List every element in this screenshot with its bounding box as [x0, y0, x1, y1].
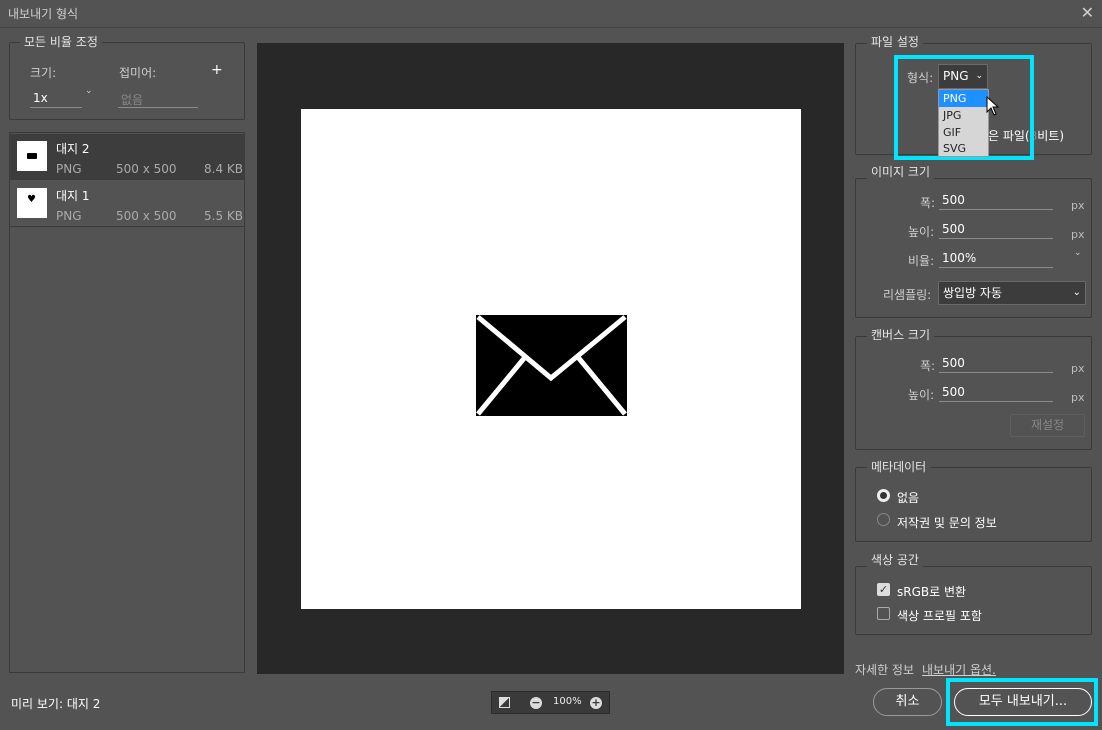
- image-height-value: 500: [942, 222, 965, 236]
- artboard-preview: [301, 109, 801, 609]
- embed-profile-checkbox[interactable]: [877, 607, 890, 620]
- embed-profile-label: 색상 프로필 포함: [897, 609, 982, 623]
- artboard-name: 대지 2: [56, 142, 90, 156]
- reset-button[interactable]: 재설정: [1010, 414, 1085, 437]
- artboard-format: PNG: [56, 209, 82, 223]
- image-width-input[interactable]: 500: [939, 193, 1053, 210]
- image-height-input[interactable]: 500: [939, 222, 1053, 239]
- scale-value: 100%: [942, 251, 977, 265]
- format-value: PNG: [943, 69, 969, 83]
- size-select[interactable]: 1x: [30, 91, 82, 108]
- zoom-level: 100%: [553, 696, 582, 707]
- zoom-in-icon[interactable]: +: [590, 697, 602, 709]
- cursor-icon: [986, 96, 1000, 116]
- envelope-icon: [476, 315, 627, 416]
- px-unit: px: [1071, 362, 1085, 375]
- more-info-text: 자세한 정보: [855, 663, 915, 677]
- metadata-none-label: 없음: [897, 491, 920, 505]
- chevron-down-icon[interactable]: ⌄: [1074, 248, 1082, 258]
- chevron-down-icon: ⌄: [975, 71, 983, 81]
- image-width-value: 500: [942, 193, 965, 207]
- image-height-label: 높이:: [908, 225, 935, 239]
- close-icon[interactable]: ✕: [1081, 3, 1094, 22]
- image-size-legend: 이미지 크기: [867, 163, 935, 180]
- format-option-svg[interactable]: SVG: [939, 141, 988, 157]
- artboard-item-1[interactable]: ♥ 대지 1 PNG 500 x 500 5.5 KB: [9, 181, 245, 227]
- artboard-size: 8.4 KB: [204, 162, 243, 176]
- color-space-legend: 색상 공간: [867, 551, 923, 568]
- suffix-input[interactable]: 없음: [118, 91, 198, 108]
- size-value: 1x: [33, 91, 48, 105]
- export-options-link[interactable]: 내보내기 옵션.: [922, 661, 996, 678]
- color-space-section: [855, 566, 1092, 635]
- resample-value: 쌍입방 자동: [943, 286, 1003, 300]
- metadata-legend: 메타데이터: [867, 458, 931, 475]
- heart-icon: ♥: [17, 188, 47, 218]
- suffix-label: 접미어:: [119, 66, 157, 80]
- format-option-png[interactable]: PNG: [939, 90, 988, 107]
- cancel-button[interactable]: 취소: [873, 688, 942, 716]
- preview-canvas: [257, 43, 844, 674]
- metadata-copyright-label: 저작권 및 문의 정보: [897, 516, 997, 530]
- artboard-name: 대지 1: [56, 189, 90, 203]
- canvas-height-value: 500: [942, 385, 965, 399]
- fit-screen-icon[interactable]: [499, 697, 510, 708]
- canvas-width-input[interactable]: 500: [939, 356, 1053, 373]
- px-unit: px: [1071, 391, 1085, 404]
- scale-section-legend: 모든 비율 조정: [20, 33, 102, 50]
- export-all-button[interactable]: 모두 내보내기...: [954, 688, 1092, 716]
- resample-select[interactable]: 쌍입방 자동 ⌄: [938, 281, 1086, 305]
- envelope-icon: [17, 141, 47, 171]
- chevron-down-icon: ⌄: [1072, 287, 1081, 298]
- artboard-size: 5.5 KB: [204, 209, 243, 223]
- srgb-label: sRGB로 변환: [897, 585, 967, 599]
- format-label: 형식:: [907, 71, 934, 85]
- resample-label: 리샘플링:: [883, 288, 932, 302]
- zoom-toolbar: − 100% +: [491, 691, 610, 714]
- file-settings-legend: 파일 설정: [867, 33, 923, 50]
- artboard-item-2[interactable]: 대지 2 PNG 500 x 500 8.4 KB: [9, 134, 245, 180]
- canvas-height-input[interactable]: 500: [939, 385, 1053, 402]
- radio-copyright[interactable]: [877, 513, 890, 526]
- format-dropdown: PNG JPG GIF SVG: [938, 89, 989, 157]
- image-width-label: 폭:: [920, 196, 936, 210]
- artboard-format: PNG: [56, 162, 82, 176]
- chevron-down-icon[interactable]: ⌄: [85, 86, 93, 96]
- suffix-placeholder: 없음: [121, 93, 144, 107]
- canvas-width-value: 500: [942, 356, 965, 370]
- title-bar: 내보내기 형식 ✕: [0, 0, 1102, 28]
- format-option-jpg[interactable]: JPG: [939, 107, 988, 124]
- add-scale-icon[interactable]: +: [211, 62, 223, 78]
- canvas-width-label: 폭:: [920, 359, 936, 373]
- format-option-gif[interactable]: GIF: [939, 124, 988, 141]
- px-unit: px: [1071, 228, 1085, 241]
- scale-input[interactable]: 100%: [939, 251, 1053, 268]
- px-unit: px: [1071, 199, 1085, 212]
- radio-none[interactable]: [877, 489, 890, 502]
- scale-section: [9, 42, 245, 120]
- artboard-dims: 500 x 500: [116, 162, 177, 176]
- canvas-size-legend: 캔버스 크기: [867, 326, 935, 343]
- size-label: 크기:: [30, 66, 57, 80]
- zoom-out-icon[interactable]: −: [530, 697, 542, 709]
- scale-label: 비율:: [908, 254, 935, 268]
- canvas-height-label: 높이:: [908, 388, 935, 402]
- window-title: 내보내기 형식: [8, 7, 79, 21]
- srgb-checkbox[interactable]: ✓: [877, 583, 890, 596]
- artboard-dims: 500 x 500: [116, 209, 177, 223]
- format-select[interactable]: PNG ⌄: [938, 64, 988, 89]
- preview-label: 미리 보기: 대지 2: [11, 697, 101, 711]
